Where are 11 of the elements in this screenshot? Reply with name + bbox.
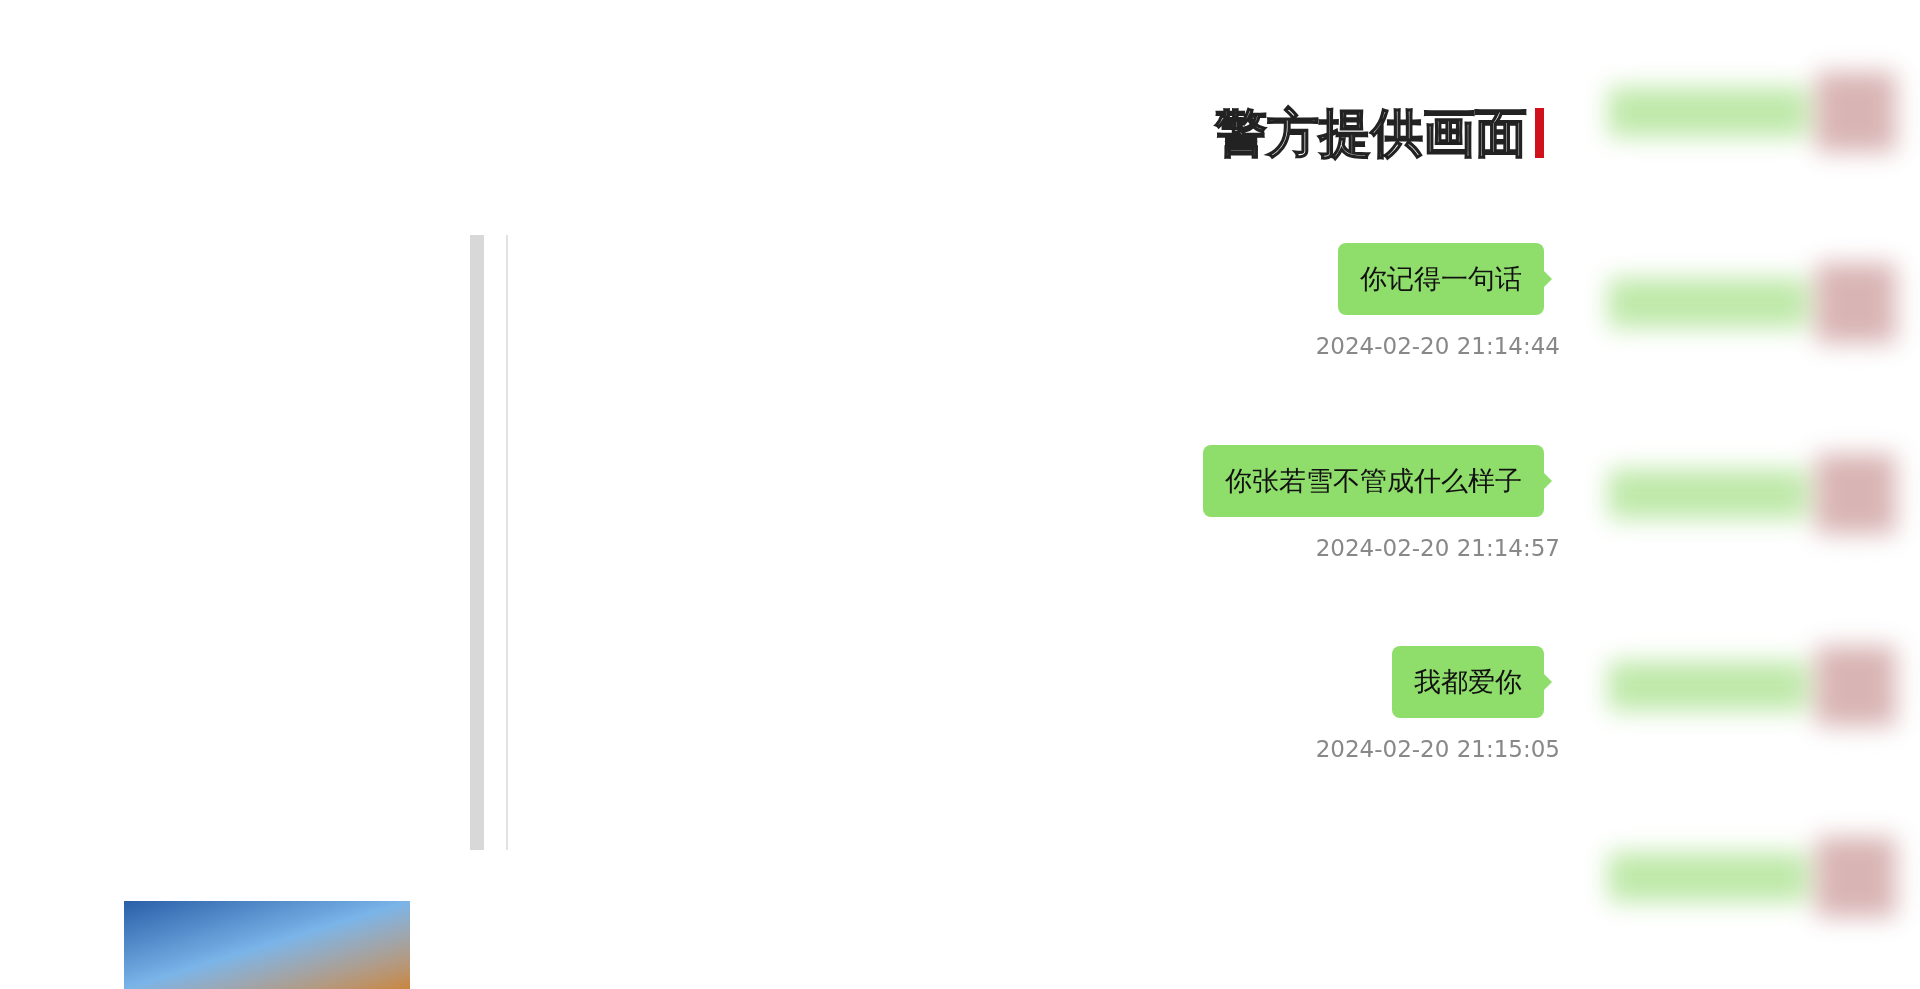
caption-text: 警方提供画面 [1215, 101, 1527, 165]
message-bubble: 你张若雪不管成什么样子 [1203, 444, 1544, 517]
bubble-tail [1544, 271, 1552, 287]
caption-marker [1535, 107, 1544, 158]
bubble-tail [1544, 674, 1552, 690]
message-timestamp: 2024-02-20 21:15:05 [1315, 735, 1560, 764]
message-timestamp: 2024-02-20 21:14:44 [1315, 332, 1560, 361]
message-timestamp: 2024-02-20 21:14:57 [1315, 533, 1560, 563]
message-bubble: 你记得一句话 [1338, 243, 1544, 315]
bubble-tail [1544, 472, 1552, 489]
message-bubble: 我都爱你 [1392, 646, 1544, 718]
